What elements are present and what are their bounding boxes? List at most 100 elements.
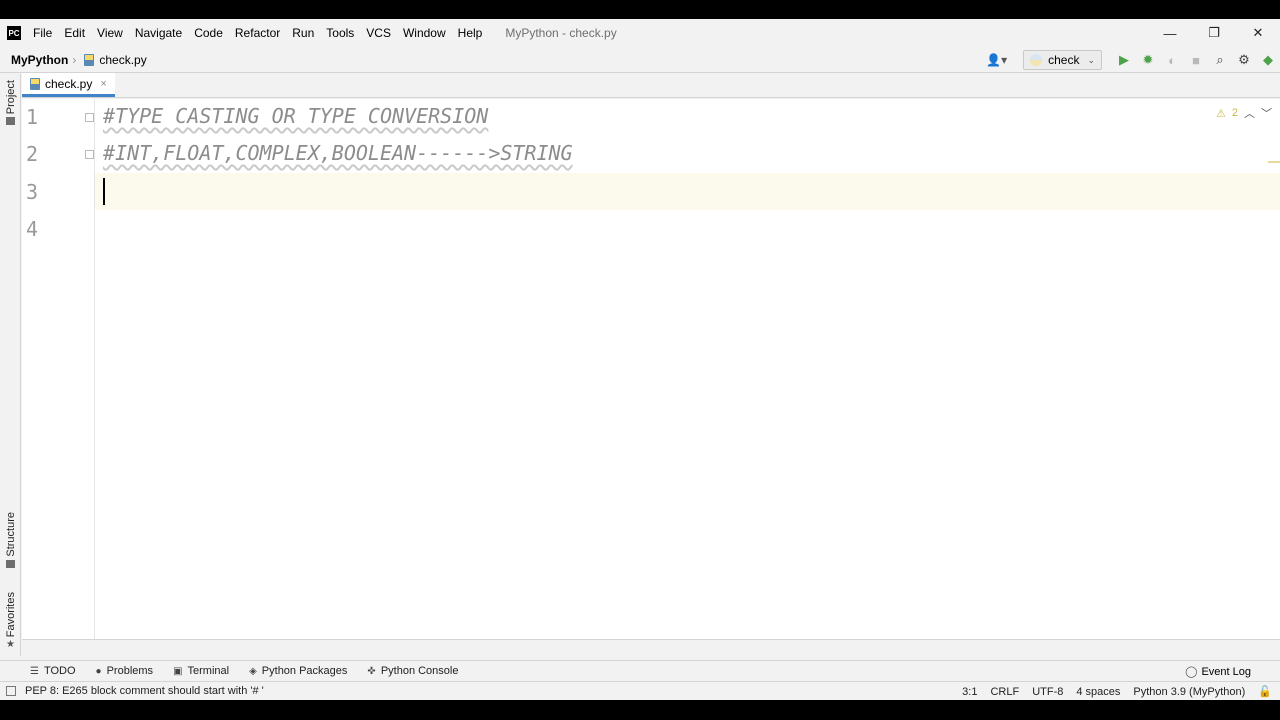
line-number: 4 (26, 217, 39, 241)
menu-tools[interactable]: Tools (326, 26, 354, 40)
status-bar: PEP 8: E265 block comment should start w… (0, 681, 1280, 700)
window-title: MyPython - check.py (505, 26, 617, 40)
breadcrumb-project[interactable]: MyPython (11, 53, 68, 67)
warning-icon: ⚠ (1216, 107, 1226, 120)
restore-button[interactable]: ❐ (1192, 19, 1236, 47)
window-controls: — ❐ ✕ (1148, 19, 1280, 47)
letterbox-top (0, 0, 1280, 19)
toolbox-icon[interactable]: ◆ (1256, 48, 1280, 72)
close-tab-icon[interactable]: × (100, 78, 106, 90)
python-packages-label: Python Packages (261, 665, 348, 677)
folder-icon (6, 117, 15, 126)
event-log-icon: ◯ (1185, 666, 1198, 678)
title-bar: PC File Edit View Navigate Code Refactor… (0, 19, 1280, 47)
terminal-label: Terminal (187, 665, 230, 677)
menu-code[interactable]: Code (194, 26, 223, 40)
todo-tool-button[interactable]: ☰ TODO (30, 665, 76, 677)
minimize-button[interactable]: — (1148, 19, 1192, 47)
settings-gear-icon[interactable]: ⚙ (1232, 48, 1256, 72)
menu-help[interactable]: Help (458, 26, 483, 40)
stop-icon[interactable]: ■ (1184, 48, 1208, 72)
current-line-highlight (22, 173, 1280, 210)
left-tool-strip: Project Structure Favorites ★ (0, 74, 21, 656)
event-log-tool-button[interactable]: ◯ Event Log (1185, 661, 1251, 682)
menu-edit[interactable]: Edit (64, 26, 85, 40)
run-icon[interactable]: ▶ (1112, 48, 1136, 72)
next-highlight-icon[interactable]: ﹀ (1261, 105, 1272, 121)
project-tab-label: Project (4, 80, 17, 115)
menu-refactor[interactable]: Refactor (235, 26, 280, 40)
file-encoding[interactable]: UTF-8 (1032, 686, 1063, 698)
tool-window-bar: ☰ TODO ● Problems ▣ Terminal ◈ Python Pa… (0, 660, 1280, 681)
breadcrumb-separator-icon: › (72, 52, 77, 67)
python-console-icon: ✜ (367, 665, 376, 677)
terminal-tool-button[interactable]: ▣ Terminal (173, 665, 229, 677)
fold-icon[interactable] (85, 150, 94, 159)
line-gutter: 1 2 3 4 (22, 99, 95, 639)
run-configuration-select[interactable]: check ⌄ (1023, 50, 1102, 70)
menu-run[interactable]: Run (292, 26, 314, 40)
structure-icon (6, 559, 15, 568)
coverage-icon[interactable]: ◐ (1160, 48, 1184, 72)
inspection-widget[interactable]: ⚠ 2 ︿ ﹀ (1216, 105, 1272, 121)
tool-windows-toggle-icon[interactable] (6, 686, 16, 696)
favorites-tab-label: Favorites (4, 592, 17, 638)
line-number: 3 (26, 180, 39, 204)
ide-window: PC File Edit View Navigate Code Refactor… (0, 19, 1280, 700)
status-widgets: 3:1 CRLF UTF-8 4 spaces Python 3.9 (MyPy… (962, 682, 1280, 701)
structure-tab-label: Structure (4, 512, 17, 557)
list-icon: ☰ (30, 665, 39, 677)
python-packages-tool-button[interactable]: ◈ Python Packages (249, 665, 347, 677)
fold-icon[interactable] (85, 113, 94, 122)
lock-icon[interactable]: 🔓 (1258, 685, 1272, 698)
text-caret (103, 178, 105, 205)
python-console-label: Python Console (380, 665, 459, 677)
problems-icon: ● (95, 665, 102, 677)
run-configuration-label: check (1048, 53, 1080, 67)
menu-navigate[interactable]: Navigate (135, 26, 182, 40)
navbar-actions: 👤▾ check ⌄ ▶ ✹ ◐ ■ ⌕ ⚙ ◆ (986, 47, 1280, 73)
chevron-down-icon: ⌄ (1087, 54, 1095, 65)
caret-position[interactable]: 3:1 (962, 686, 977, 698)
problems-label: Problems (106, 665, 154, 677)
line-separator[interactable]: CRLF (990, 686, 1019, 698)
python-file-icon (84, 53, 95, 66)
line-number: 2 (26, 142, 39, 166)
project-tool-tab[interactable]: Project (0, 80, 21, 126)
editor-tabs: check.py × (22, 73, 1280, 98)
indent-setting[interactable]: 4 spaces (1076, 686, 1120, 698)
code-editor[interactable]: 1 2 3 4 #TYPE CASTING OR TYPE CONVERSION… (22, 99, 1280, 639)
code-line-2[interactable]: #INT,FLOAT,COMPLEX,BOOLEAN------>STRING (103, 141, 573, 165)
menu-vcs[interactable]: VCS (366, 26, 391, 40)
packages-icon: ◈ (249, 665, 257, 677)
event-log-label: Event Log (1201, 665, 1251, 678)
debug-icon[interactable]: ✹ (1136, 48, 1160, 72)
letterbox-bottom (0, 700, 1280, 720)
user-icon[interactable]: 👤▾ (986, 53, 1007, 67)
warning-count: 2 (1231, 107, 1238, 119)
terminal-icon: ▣ (173, 665, 183, 677)
python-file-icon (30, 77, 40, 90)
python-console-tool-button[interactable]: ✜ Python Console (367, 665, 458, 677)
pycharm-logo-icon: PC (7, 26, 21, 40)
todo-label: TODO (43, 665, 76, 677)
python-icon (1030, 54, 1043, 66)
menu-file[interactable]: File (33, 26, 52, 40)
menu-view[interactable]: View (97, 26, 123, 40)
tab-check-py[interactable]: check.py × (22, 73, 115, 97)
search-icon[interactable]: ⌕ (1208, 48, 1232, 72)
scrollbar-marker[interactable] (1268, 161, 1280, 163)
line-number: 1 (26, 105, 39, 129)
menu-window[interactable]: Window (403, 26, 446, 40)
structure-tool-tab[interactable]: Structure (0, 512, 21, 568)
favorites-tool-tab[interactable]: Favorites ★ (0, 592, 21, 650)
breadcrumb-file[interactable]: check.py (99, 53, 146, 67)
code-line-1[interactable]: #TYPE CASTING OR TYPE CONVERSION (103, 104, 488, 128)
star-icon: ★ (6, 639, 15, 651)
tab-label: check.py (45, 76, 93, 91)
python-interpreter[interactable]: Python 3.9 (MyPython) (1133, 686, 1245, 698)
close-window-button[interactable]: ✕ (1236, 19, 1280, 47)
problems-tool-button[interactable]: ● Problems (96, 665, 154, 677)
previous-highlight-icon[interactable]: ︿ (1244, 105, 1255, 121)
status-message: PEP 8: E265 block comment should start w… (25, 685, 264, 697)
